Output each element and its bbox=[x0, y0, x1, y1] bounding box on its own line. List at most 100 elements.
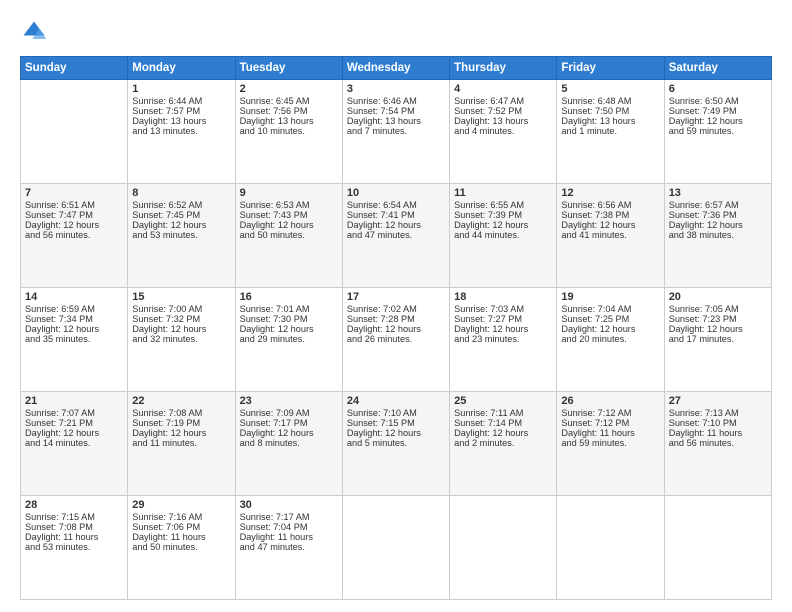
day-info: Sunset: 7:23 PM bbox=[669, 314, 767, 324]
day-info: Daylight: 12 hours bbox=[25, 220, 123, 230]
day-info: Sunrise: 6:44 AM bbox=[132, 96, 230, 106]
day-info: and 14 minutes. bbox=[25, 438, 123, 448]
day-info: and 32 minutes. bbox=[132, 334, 230, 344]
day-info: Daylight: 11 hours bbox=[669, 428, 767, 438]
day-number: 16 bbox=[240, 291, 338, 303]
day-info: and 13 minutes. bbox=[132, 126, 230, 136]
calendar-cell: 1Sunrise: 6:44 AMSunset: 7:57 PMDaylight… bbox=[128, 80, 235, 184]
day-info: Daylight: 13 hours bbox=[454, 116, 552, 126]
calendar-row-3: 21Sunrise: 7:07 AMSunset: 7:21 PMDayligh… bbox=[21, 392, 772, 496]
day-info: Sunset: 7:30 PM bbox=[240, 314, 338, 324]
day-info: and 2 minutes. bbox=[454, 438, 552, 448]
weekday-header-thursday: Thursday bbox=[450, 57, 557, 80]
day-info: and 29 minutes. bbox=[240, 334, 338, 344]
day-info: Daylight: 12 hours bbox=[347, 220, 445, 230]
weekday-header-row: SundayMondayTuesdayWednesdayThursdayFrid… bbox=[21, 57, 772, 80]
day-number: 11 bbox=[454, 187, 552, 199]
day-number: 7 bbox=[25, 187, 123, 199]
day-number: 18 bbox=[454, 291, 552, 303]
day-info: Sunrise: 7:15 AM bbox=[25, 512, 123, 522]
day-info: Daylight: 12 hours bbox=[454, 428, 552, 438]
day-info: and 7 minutes. bbox=[347, 126, 445, 136]
day-number: 3 bbox=[347, 83, 445, 95]
day-info: Daylight: 12 hours bbox=[240, 428, 338, 438]
calendar-cell: 12Sunrise: 6:56 AMSunset: 7:38 PMDayligh… bbox=[557, 184, 664, 288]
day-info: and 47 minutes. bbox=[240, 542, 338, 552]
day-info: Sunrise: 6:47 AM bbox=[454, 96, 552, 106]
day-info: Sunset: 7:08 PM bbox=[25, 522, 123, 532]
calendar-cell: 17Sunrise: 7:02 AMSunset: 7:28 PMDayligh… bbox=[342, 288, 449, 392]
day-info: Sunset: 7:56 PM bbox=[240, 106, 338, 116]
calendar-cell: 16Sunrise: 7:01 AMSunset: 7:30 PMDayligh… bbox=[235, 288, 342, 392]
day-info: Sunset: 7:49 PM bbox=[669, 106, 767, 116]
day-info: and 4 minutes. bbox=[454, 126, 552, 136]
day-info: Daylight: 12 hours bbox=[347, 428, 445, 438]
day-info: Sunrise: 7:02 AM bbox=[347, 304, 445, 314]
day-info: Sunset: 7:17 PM bbox=[240, 418, 338, 428]
day-info: Sunrise: 6:57 AM bbox=[669, 200, 767, 210]
day-info: Daylight: 13 hours bbox=[347, 116, 445, 126]
day-number: 9 bbox=[240, 187, 338, 199]
day-info: Daylight: 11 hours bbox=[561, 428, 659, 438]
day-info: and 59 minutes. bbox=[561, 438, 659, 448]
day-number: 26 bbox=[561, 395, 659, 407]
calendar-table: SundayMondayTuesdayWednesdayThursdayFrid… bbox=[20, 56, 772, 600]
day-info: and 38 minutes. bbox=[669, 230, 767, 240]
day-number: 24 bbox=[347, 395, 445, 407]
calendar-cell: 15Sunrise: 7:00 AMSunset: 7:32 PMDayligh… bbox=[128, 288, 235, 392]
day-info: Sunrise: 7:09 AM bbox=[240, 408, 338, 418]
day-info: and 8 minutes. bbox=[240, 438, 338, 448]
weekday-header-tuesday: Tuesday bbox=[235, 57, 342, 80]
day-info: Sunset: 7:52 PM bbox=[454, 106, 552, 116]
day-number: 22 bbox=[132, 395, 230, 407]
day-info: and 44 minutes. bbox=[454, 230, 552, 240]
page: SundayMondayTuesdayWednesdayThursdayFrid… bbox=[0, 0, 792, 612]
day-info: and 11 minutes. bbox=[132, 438, 230, 448]
day-info: and 56 minutes. bbox=[25, 230, 123, 240]
calendar-cell: 25Sunrise: 7:11 AMSunset: 7:14 PMDayligh… bbox=[450, 392, 557, 496]
calendar-cell: 8Sunrise: 6:52 AMSunset: 7:45 PMDaylight… bbox=[128, 184, 235, 288]
header bbox=[20, 18, 772, 46]
day-info: Sunrise: 7:07 AM bbox=[25, 408, 123, 418]
calendar-cell: 21Sunrise: 7:07 AMSunset: 7:21 PMDayligh… bbox=[21, 392, 128, 496]
day-info: and 53 minutes. bbox=[25, 542, 123, 552]
day-info: and 50 minutes. bbox=[240, 230, 338, 240]
day-number: 2 bbox=[240, 83, 338, 95]
day-info: Sunrise: 7:16 AM bbox=[132, 512, 230, 522]
day-info: Sunset: 7:41 PM bbox=[347, 210, 445, 220]
day-info: Daylight: 12 hours bbox=[132, 324, 230, 334]
calendar-cell: 23Sunrise: 7:09 AMSunset: 7:17 PMDayligh… bbox=[235, 392, 342, 496]
day-info: Sunset: 7:54 PM bbox=[347, 106, 445, 116]
day-info: Sunset: 7:43 PM bbox=[240, 210, 338, 220]
day-number: 1 bbox=[132, 83, 230, 95]
day-info: Daylight: 13 hours bbox=[561, 116, 659, 126]
day-info: Sunset: 7:28 PM bbox=[347, 314, 445, 324]
day-info: Sunrise: 7:01 AM bbox=[240, 304, 338, 314]
day-info: Sunset: 7:19 PM bbox=[132, 418, 230, 428]
day-info: Daylight: 12 hours bbox=[347, 324, 445, 334]
calendar-cell: 9Sunrise: 6:53 AMSunset: 7:43 PMDaylight… bbox=[235, 184, 342, 288]
day-number: 13 bbox=[669, 187, 767, 199]
day-info: and 35 minutes. bbox=[25, 334, 123, 344]
day-info: Sunrise: 7:03 AM bbox=[454, 304, 552, 314]
day-info: Sunset: 7:39 PM bbox=[454, 210, 552, 220]
day-info: and 50 minutes. bbox=[132, 542, 230, 552]
day-number: 30 bbox=[240, 499, 338, 511]
day-info: Daylight: 12 hours bbox=[132, 220, 230, 230]
day-info: Daylight: 11 hours bbox=[240, 532, 338, 542]
day-info: Daylight: 11 hours bbox=[25, 532, 123, 542]
day-info: Sunset: 7:14 PM bbox=[454, 418, 552, 428]
day-info: Daylight: 12 hours bbox=[25, 324, 123, 334]
calendar-row-2: 14Sunrise: 6:59 AMSunset: 7:34 PMDayligh… bbox=[21, 288, 772, 392]
logo bbox=[20, 18, 52, 46]
calendar-cell: 30Sunrise: 7:17 AMSunset: 7:04 PMDayligh… bbox=[235, 496, 342, 600]
day-info: Sunset: 7:38 PM bbox=[561, 210, 659, 220]
calendar-cell: 14Sunrise: 6:59 AMSunset: 7:34 PMDayligh… bbox=[21, 288, 128, 392]
day-info: Sunrise: 7:08 AM bbox=[132, 408, 230, 418]
day-info: Sunrise: 6:50 AM bbox=[669, 96, 767, 106]
day-number: 23 bbox=[240, 395, 338, 407]
day-info: Daylight: 12 hours bbox=[240, 220, 338, 230]
day-info: and 17 minutes. bbox=[669, 334, 767, 344]
day-info: and 59 minutes. bbox=[669, 126, 767, 136]
weekday-header-sunday: Sunday bbox=[21, 57, 128, 80]
